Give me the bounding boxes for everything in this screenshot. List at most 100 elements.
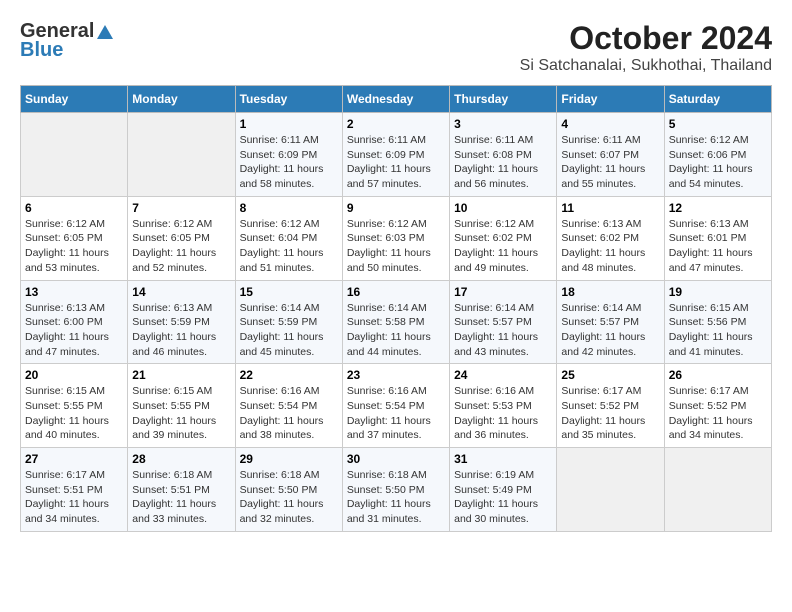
day-number: 20 (25, 368, 123, 382)
day-number: 14 (132, 285, 230, 299)
day-header-wednesday: Wednesday (342, 86, 449, 113)
calendar-cell: 23Sunrise: 6:16 AMSunset: 5:54 PMDayligh… (342, 364, 449, 448)
day-number: 18 (561, 285, 659, 299)
calendar-cell: 12 Sunrise: 6:13 AMSunset: 6:01 PMDayligh… (664, 196, 771, 280)
day-info: Sunrise: 6:12 AMSunset: 6:05 PMDaylight:… (132, 217, 230, 276)
logo: General Blue (20, 20, 114, 62)
day-info: Sunrise: 6:14 AMSunset: 5:58 PMDaylight:… (347, 301, 445, 360)
day-header-sunday: Sunday (21, 86, 128, 113)
day-info: Sunrise: 6:12 AMSunset: 6:05 PMDaylight:… (25, 217, 123, 276)
calendar-cell: 14 Sunrise: 6:13 AMSunset: 5:59 PMDayligh… (128, 280, 235, 364)
day-info: Sunrise: 6:14 AMSunset: 5:57 PMDaylight:… (454, 301, 552, 360)
day-number: 5 (669, 117, 767, 131)
day-info: Sunrise: 6:18 AMSunset: 5:51 PMDaylight:… (132, 468, 230, 527)
day-number: 8 (240, 201, 338, 215)
calendar-cell: 29 Sunrise: 6:18 AMSunset: 5:50 PMDayligh… (235, 448, 342, 532)
calendar-cell: 6 Sunrise: 6:12 AMSunset: 6:05 PMDaylight… (21, 196, 128, 280)
calendar-cell: 20 Sunrise: 6:15 AMSunset: 5:55 PMDayligh… (21, 364, 128, 448)
calendar-cell (664, 448, 771, 532)
day-info: Sunrise: 6:15 AMSunset: 5:55 PMDaylight:… (25, 384, 123, 443)
day-number: 15 (240, 285, 338, 299)
day-info: Sunrise: 6:11 AMSunset: 6:09 PMDaylight:… (347, 133, 445, 192)
month-title: October 2024 (520, 20, 772, 57)
day-info: Sunrise: 6:11 AMSunset: 6:08 PMDaylight:… (454, 133, 552, 192)
calendar-cell: 21Sunrise: 6:15 AMSunset: 5:55 PMDayligh… (128, 364, 235, 448)
day-number: 31 (454, 452, 552, 466)
day-info: Sunrise: 6:13 AMSunset: 6:02 PMDaylight:… (561, 217, 659, 276)
day-info: Sunrise: 6:13 AMSunset: 6:01 PMDaylight:… (669, 217, 767, 276)
day-header-thursday: Thursday (450, 86, 557, 113)
day-number: 6 (25, 201, 123, 215)
day-info: Sunrise: 6:11 AMSunset: 6:09 PMDaylight:… (240, 133, 338, 192)
day-header-monday: Monday (128, 86, 235, 113)
calendar-cell: 13Sunrise: 6:13 AMSunset: 6:00 PMDayligh… (21, 280, 128, 364)
day-info: Sunrise: 6:12 AMSunset: 6:06 PMDaylight:… (669, 133, 767, 192)
day-header-tuesday: Tuesday (235, 86, 342, 113)
calendar-cell (128, 113, 235, 197)
day-info: Sunrise: 6:16 AMSunset: 5:54 PMDaylight:… (347, 384, 445, 443)
calendar-cell: 5 Sunrise: 6:12 AMSunset: 6:06 PMDaylight… (664, 113, 771, 197)
day-info: Sunrise: 6:18 AMSunset: 5:50 PMDaylight:… (347, 468, 445, 527)
day-number: 13 (25, 285, 123, 299)
calendar-cell (557, 448, 664, 532)
day-info: Sunrise: 6:17 AMSunset: 5:52 PMDaylight:… (561, 384, 659, 443)
day-info: Sunrise: 6:13 AMSunset: 5:59 PMDaylight:… (132, 301, 230, 360)
calendar-cell: 26Sunrise: 6:17 AMSunset: 5:52 PMDayligh… (664, 364, 771, 448)
location-title: Si Satchanalai, Sukhothai, Thailand (520, 57, 772, 75)
calendar-cell: 16 Sunrise: 6:14 AMSunset: 5:58 PMDayligh… (342, 280, 449, 364)
day-number: 16 (347, 285, 445, 299)
day-number: 21 (132, 368, 230, 382)
calendar-cell (21, 113, 128, 197)
calendar-cell: 9 Sunrise: 6:12 AMSunset: 6:03 PMDaylight… (342, 196, 449, 280)
calendar-cell: 3 Sunrise: 6:11 AMSunset: 6:08 PMDaylight… (450, 113, 557, 197)
day-number: 9 (347, 201, 445, 215)
day-header-saturday: Saturday (664, 86, 771, 113)
day-number: 22 (240, 368, 338, 382)
calendar-cell: 15 Sunrise: 6:14 AMSunset: 5:59 PMDayligh… (235, 280, 342, 364)
day-number: 26 (669, 368, 767, 382)
day-info: Sunrise: 6:16 AMSunset: 5:53 PMDaylight:… (454, 384, 552, 443)
page-header: General Blue October 2024 Si Satchanalai… (20, 20, 772, 75)
day-info: Sunrise: 6:18 AMSunset: 5:50 PMDaylight:… (240, 468, 338, 527)
day-number: 17 (454, 285, 552, 299)
day-header-friday: Friday (557, 86, 664, 113)
calendar-cell: 10Sunrise: 6:12 AMSunset: 6:02 PMDayligh… (450, 196, 557, 280)
day-number: 1 (240, 117, 338, 131)
calendar-table: SundayMondayTuesdayWednesdayThursdayFrid… (20, 85, 772, 532)
day-info: Sunrise: 6:14 AMSunset: 5:57 PMDaylight:… (561, 301, 659, 360)
calendar-cell: 1 Sunrise: 6:11 AMSunset: 6:09 PMDaylight… (235, 113, 342, 197)
title-block: October 2024 Si Satchanalai, Sukhothai, … (520, 20, 772, 75)
day-number: 24 (454, 368, 552, 382)
day-info: Sunrise: 6:11 AMSunset: 6:07 PMDaylight:… (561, 133, 659, 192)
calendar-cell: 7 Sunrise: 6:12 AMSunset: 6:05 PMDaylight… (128, 196, 235, 280)
calendar-cell: 4 Sunrise: 6:11 AMSunset: 6:07 PMDaylight… (557, 113, 664, 197)
day-number: 27 (25, 452, 123, 466)
day-number: 4 (561, 117, 659, 131)
calendar-cell: 27 Sunrise: 6:17 AMSunset: 5:51 PMDayligh… (21, 448, 128, 532)
calendar-cell: 22 Sunrise: 6:16 AMSunset: 5:54 PMDayligh… (235, 364, 342, 448)
calendar-cell: 31 Sunrise: 6:19 AMSunset: 5:49 PMDayligh… (450, 448, 557, 532)
day-number: 28 (132, 452, 230, 466)
day-info: Sunrise: 6:16 AMSunset: 5:54 PMDaylight:… (240, 384, 338, 443)
calendar-cell: 24 Sunrise: 6:16 AMSunset: 5:53 PMDayligh… (450, 364, 557, 448)
day-number: 3 (454, 117, 552, 131)
day-number: 12 (669, 201, 767, 215)
day-number: 10 (454, 201, 552, 215)
day-number: 29 (240, 452, 338, 466)
calendar-cell: 19Sunrise: 6:15 AMSunset: 5:56 PMDayligh… (664, 280, 771, 364)
day-number: 11 (561, 201, 659, 215)
calendar-cell: 18 Sunrise: 6:14 AMSunset: 5:57 PMDayligh… (557, 280, 664, 364)
day-number: 25 (561, 368, 659, 382)
calendar-cell: 25 Sunrise: 6:17 AMSunset: 5:52 PMDayligh… (557, 364, 664, 448)
day-number: 7 (132, 201, 230, 215)
day-number: 2 (347, 117, 445, 131)
day-number: 19 (669, 285, 767, 299)
day-info: Sunrise: 6:12 AMSunset: 6:03 PMDaylight:… (347, 217, 445, 276)
day-number: 30 (347, 452, 445, 466)
day-info: Sunrise: 6:14 AMSunset: 5:59 PMDaylight:… (240, 301, 338, 360)
calendar-cell: 17 Sunrise: 6:14 AMSunset: 5:57 PMDayligh… (450, 280, 557, 364)
calendar-cell: 28 Sunrise: 6:18 AMSunset: 5:51 PMDayligh… (128, 448, 235, 532)
day-info: Sunrise: 6:19 AMSunset: 5:49 PMDaylight:… (454, 468, 552, 527)
day-info: Sunrise: 6:12 AMSunset: 6:04 PMDaylight:… (240, 217, 338, 276)
day-info: Sunrise: 6:17 AMSunset: 5:51 PMDaylight:… (25, 468, 123, 527)
